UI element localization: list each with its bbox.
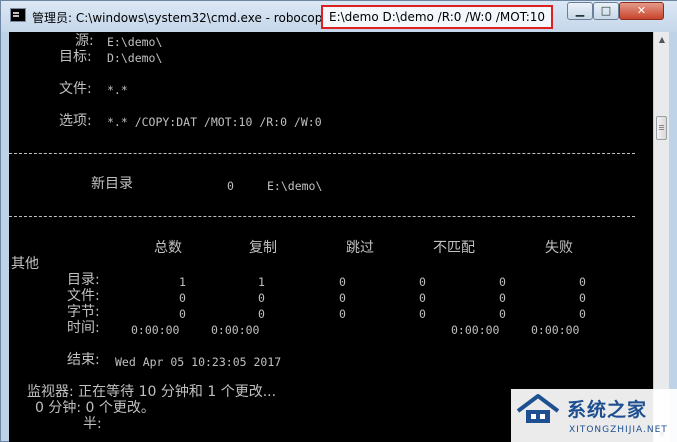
maximize-icon[interactable]: □	[593, 2, 619, 20]
row-bytes-label: 字节:	[67, 304, 100, 320]
row-files-copied: 0	[258, 291, 265, 305]
cmd-app-icon[interactable]	[10, 8, 26, 22]
row-dirs-failed: 0	[499, 275, 506, 289]
row-bytes-extras: 0	[579, 307, 586, 321]
row-files-mismatch: 0	[419, 291, 426, 305]
row-bytes-mismatch: 0	[419, 307, 426, 321]
header-extras: 其他	[11, 256, 39, 272]
row-files-total: 0	[179, 291, 186, 305]
source-label: 源:	[75, 33, 94, 49]
house-logo-icon	[516, 394, 560, 423]
row-time-copied: 0:00:00	[211, 323, 260, 337]
row-time-total: 0:00:00	[131, 323, 180, 337]
new-dir-path: E:\demo\	[267, 179, 323, 193]
row-time-failed: 0:00:00	[451, 323, 500, 337]
watermark-url: XITONGZHIJIA.NET	[569, 425, 668, 435]
header-total: 总数	[154, 240, 182, 256]
minimize-icon[interactable]: ▁	[567, 2, 593, 20]
vertical-scrollbar[interactable]: ▲ ▼	[653, 32, 669, 442]
new-dir-label: 新目录	[91, 176, 133, 192]
separator-1	[9, 153, 635, 154]
row-files-skipped: 0	[339, 291, 346, 305]
header-copied: 复制	[249, 240, 277, 256]
title-args-highlight: E:\demo D:\demo /R:0 /W:0 /MOT:10	[321, 5, 553, 29]
scroll-thumb[interactable]	[656, 116, 667, 140]
separator-2	[9, 216, 635, 217]
end-label: 结束:	[67, 352, 100, 368]
row-files-failed: 0	[499, 291, 506, 305]
window-title: 管理员: C:\windows\system32\cmd.exe - roboc…	[32, 11, 330, 25]
window-title-args: E:\demo D:\demo /R:0 /W:0 /MOT:10	[329, 10, 546, 24]
header-failed: 失败	[545, 240, 573, 256]
row-dirs-label: 目录:	[67, 272, 100, 288]
window-frame-right	[669, 32, 677, 442]
row-bytes-skipped: 0	[339, 307, 346, 321]
close-icon[interactable]: ✕	[619, 2, 664, 20]
options-label: 选项:	[59, 113, 92, 129]
source-value: E:\demo\	[107, 35, 163, 49]
row-bytes-failed: 0	[499, 307, 506, 321]
half-line: 半:	[83, 416, 102, 432]
row-dirs-total: 1	[179, 275, 186, 289]
row-bytes-copied: 0	[258, 307, 265, 321]
row-files-label: 文件:	[67, 288, 100, 304]
watermark: 系统之家 XITONGZHIJIA.NET	[511, 389, 677, 442]
files-value: *.*	[107, 83, 128, 97]
cmd-window: 管理员: C:\windows\system32\cmd.exe - roboc…	[0, 0, 677, 442]
row-bytes-total: 0	[179, 307, 186, 321]
files-label: 文件:	[59, 81, 92, 97]
row-dirs-skipped: 0	[339, 275, 346, 289]
end-value: Wed Apr 05 10:23:05 2017	[115, 355, 282, 369]
row-dirs-copied: 1	[258, 275, 265, 289]
console-output[interactable]: 源: E:\demo\ 目标: D:\demo\ 文件: *.* 选项: *.*…	[9, 32, 653, 442]
minutes-line: 0 分钟: 0 个更改。	[35, 400, 155, 416]
dest-value: D:\demo\	[107, 51, 163, 65]
row-dirs-mismatch: 0	[419, 275, 426, 289]
row-time-extras: 0:00:00	[531, 323, 580, 337]
title-bar[interactable]: 管理员: C:\windows\system32\cmd.exe - roboc…	[1, 1, 677, 32]
row-dirs-extras: 0	[579, 275, 586, 289]
options-value: *.* /COPY:DAT /MOT:10 /R:0 /W:0	[107, 115, 322, 129]
dest-label: 目标:	[59, 49, 92, 65]
header-mismatch: 不匹配	[433, 240, 475, 256]
watermark-brand: 系统之家	[567, 399, 648, 421]
header-skipped: 跳过	[346, 240, 374, 256]
new-dir-count: 0	[227, 179, 234, 193]
scroll-up-icon[interactable]: ▲	[655, 32, 669, 48]
row-time-label: 时间:	[67, 320, 100, 336]
monitor-line: 监视器: 正在等待 10 分钟和 1 个更改...	[27, 384, 277, 400]
row-files-extras: 0	[579, 291, 586, 305]
